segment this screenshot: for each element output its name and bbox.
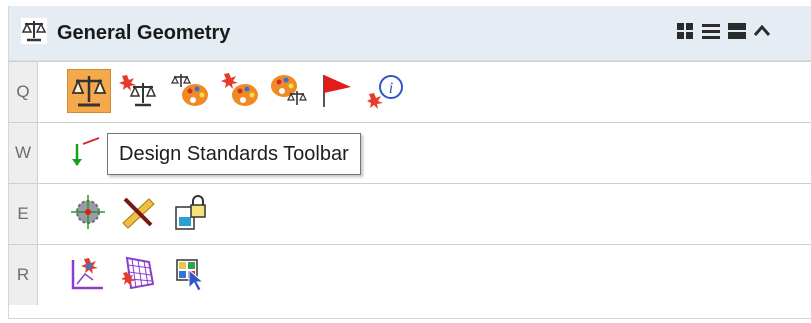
scale-starburst-icon [119,75,157,107]
info-starburst-tool[interactable]: i [365,69,409,113]
ruler-cross-tool[interactable] [117,191,161,235]
tool-row-e: E [9,183,811,244]
lock-document-tool[interactable] [169,191,213,235]
target-gear-icon [71,195,105,229]
mesh-starburst-icon [121,256,155,290]
ruler-cross-icon [122,197,155,229]
starburst-palette-tool[interactable] [219,69,263,113]
scale-starburst-tool[interactable] [117,69,161,113]
row-key-w: W [9,123,38,183]
row-key-q: Q [9,62,38,122]
row-key-e: E [9,184,38,244]
down-arrow-line-tool[interactable] [67,130,111,174]
collapse-caret-icon[interactable] [753,22,771,40]
tooltip-design-standards: Design Standards Toolbar [107,133,361,175]
tooltip-text: Design Standards Toolbar [119,142,349,165]
cursor-grid-icon [176,259,205,292]
color-palette-scale-tool[interactable] [267,69,311,113]
general-geometry-panel: General Geometry Q i W E R Design Standa… [8,6,811,319]
info-starburst-icon: i [367,75,403,109]
graph-starburst-icon [71,258,103,290]
down-arrow-line-icon [72,137,100,166]
large-icons-view-icon[interactable] [727,22,747,40]
scale-palette-tool[interactable] [169,69,213,113]
panel-titlebar: General Geometry [9,6,811,61]
grid-view-icon[interactable] [676,22,694,40]
target-gear-tool[interactable] [67,191,111,235]
graph-starburst-tool[interactable] [67,252,111,296]
row-key-r: R [9,245,38,305]
tool-row-r: R [9,244,811,305]
color-palette-scale-icon [271,75,307,105]
scale-palette-icon [171,74,208,106]
svg-text:i: i [389,80,393,97]
red-flag-tool[interactable] [315,69,359,113]
panel-title: General Geometry [57,22,231,44]
mesh-starburst-tool[interactable] [117,252,161,296]
tool-row-q: Q i [9,61,811,122]
red-flag-icon [323,75,351,107]
lock-document-icon [175,195,206,230]
list-view-icon[interactable] [701,22,721,40]
design-standards-icon [71,76,107,107]
cursor-grid-tool[interactable] [169,252,213,296]
starburst-palette-icon [221,73,258,106]
design-standards-tool[interactable] [67,69,111,113]
scale-icon [21,18,47,44]
